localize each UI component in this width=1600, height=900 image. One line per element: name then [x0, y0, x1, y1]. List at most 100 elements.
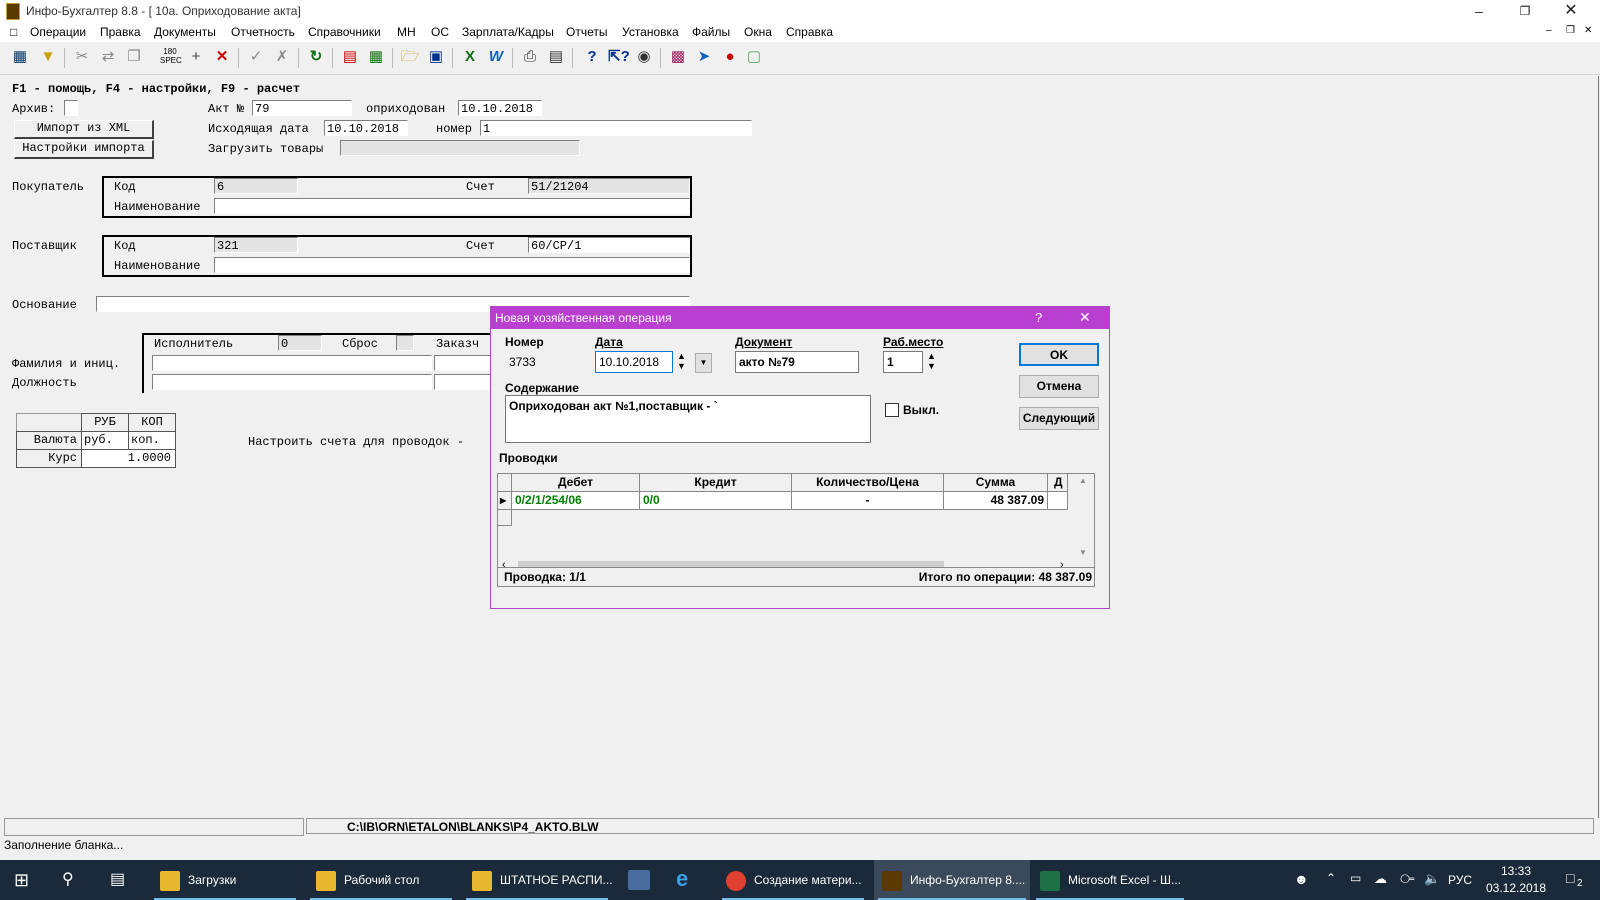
compass-icon[interactable]: ◉ [634, 47, 654, 67]
menu-edit[interactable]: Правка [100, 25, 141, 39]
network-app-icon[interactable] [628, 870, 650, 890]
col-sum[interactable]: Сумма [944, 474, 1048, 492]
scroll-down-icon[interactable]: ▼ [1079, 548, 1087, 557]
note-icon[interactable]: ▢ [744, 47, 764, 67]
dialog-close-icon[interactable]: ✕ [1079, 309, 1091, 326]
document-field[interactable]: акто №79 [735, 351, 859, 373]
col-debit[interactable]: Дебет [512, 474, 640, 492]
accounts-setup-label[interactable]: Настроить счета для проводок - [248, 435, 464, 449]
menu-windows[interactable]: Окна [744, 25, 772, 39]
wifi-icon[interactable]: ⧃ [1400, 871, 1415, 887]
task-view-icon[interactable]: ▤ [110, 870, 125, 890]
surname-field[interactable] [152, 355, 432, 371]
battery-icon[interactable]: ▭ [1350, 871, 1361, 885]
merge-icon[interactable]: ⇄ [98, 47, 118, 67]
col-credit[interactable]: Кредит [640, 474, 792, 492]
posted-date-field[interactable]: 10.10.2018 [458, 100, 542, 116]
date-spin-icon[interactable]: ▲ ▼ [677, 351, 686, 371]
taskbar-excel[interactable]: Microsoft Excel - Ш... [1032, 860, 1188, 900]
search-icon[interactable]: ⚲ [62, 870, 74, 890]
menu-reporting[interactable]: Отчетность [231, 25, 295, 39]
rate-field[interactable]: 1.0000 [81, 449, 176, 468]
taskbar-downloads[interactable]: Загрузки [150, 860, 300, 900]
language-indicator[interactable]: РУС [1448, 873, 1472, 887]
help-icon[interactable]: ? [582, 47, 602, 67]
notification-icon[interactable]: □ [1566, 870, 1574, 886]
filter-icon[interactable]: ▼ [38, 47, 58, 67]
menu-os[interactable]: ОС [431, 25, 449, 39]
form-icon[interactable]: ▦ [10, 47, 30, 67]
save-icon[interactable]: ▣ [426, 47, 446, 67]
mdi-minimize-icon[interactable]: – [1546, 25, 1552, 36]
customer-position-field[interactable] [434, 374, 494, 390]
taskbar-chrome[interactable]: Создание матери... [718, 860, 868, 900]
people-icon[interactable]: ☻ [1294, 871, 1309, 887]
taskbar-staff-schedule[interactable]: ШТАТНОЕ РАСПИ... [462, 860, 613, 900]
delete-icon[interactable]: ✕ [212, 47, 232, 67]
workplace-spin-icon[interactable]: ▲ ▼ [927, 351, 936, 371]
mdi-close-icon[interactable]: ✕ [1584, 25, 1592, 36]
calculator-icon[interactable]: ▦ [366, 47, 386, 67]
executor-code-field[interactable]: 0 [278, 335, 322, 351]
mdi-restore-icon[interactable]: ❐ [1566, 25, 1575, 36]
system-menu-icon[interactable]: □ [10, 25, 17, 39]
restore-button[interactable]: ❐ [1502, 0, 1548, 22]
menu-setup[interactable]: Установка [622, 25, 679, 39]
act-number-field[interactable]: 79 [252, 100, 352, 116]
outgoing-date-field[interactable]: 10.10.2018 [324, 120, 408, 136]
buyer-account-field[interactable]: 51/21204 [528, 178, 690, 194]
buyer-name-field[interactable] [214, 198, 690, 214]
unmark-icon[interactable]: ✗ [272, 47, 292, 67]
import-settings-button[interactable]: Настройки импорта [14, 140, 154, 159]
archive-checkbox[interactable] [64, 100, 78, 116]
menu-documents[interactable]: Документы [154, 25, 216, 39]
import-xml-button[interactable]: Импорт из XML [14, 120, 154, 139]
context-help-icon[interactable]: ⇱? [608, 47, 630, 67]
open-folder-icon[interactable]: 🗁 [400, 47, 420, 67]
taskbar-info-buh[interactable]: Инфо-Бухгалтер 8.... [874, 860, 1030, 900]
cell-debit[interactable]: 0/2/1/254/06 [512, 492, 640, 510]
dialog-help-icon[interactable]: ? [1035, 310, 1042, 325]
workplace-field[interactable]: 1 [883, 351, 923, 373]
cancel-button[interactable]: Отмена [1019, 375, 1099, 398]
mark-icon[interactable]: ✓ [246, 47, 266, 67]
preview-icon[interactable]: ▤ [546, 47, 566, 67]
position-field[interactable] [152, 374, 432, 390]
volume-icon[interactable]: 🔈 [1424, 871, 1440, 887]
add-icon[interactable]: + [186, 47, 206, 67]
col-qty-price[interactable]: Количество/Цена [792, 474, 944, 492]
date-field[interactable]: 10.10.2018 [595, 351, 673, 373]
taskbar-desktop[interactable]: Рабочий стол [306, 860, 456, 900]
rotate-180-icon[interactable]: 180 SPEC [160, 47, 182, 67]
telegram-icon[interactable]: ➤ [694, 47, 714, 67]
copy-icon[interactable]: ❐ [124, 47, 144, 67]
supplier-name-field[interactable] [214, 257, 690, 273]
number-field[interactable]: 1 [480, 120, 752, 136]
excel-icon[interactable]: X [460, 47, 480, 67]
chart-icon[interactable]: ▩ [668, 47, 688, 67]
cell-sum[interactable]: 48 387.09 [944, 492, 1048, 510]
currency-kop-field[interactable]: коп. [128, 431, 176, 450]
content-field[interactable]: Оприходован акт №1,поставщик - ` [505, 395, 871, 443]
supplier-code-field[interactable]: 321 [214, 237, 298, 253]
cell-credit[interactable]: 0/0 [640, 492, 792, 510]
windows-start-icon[interactable]: ⊞ [14, 870, 29, 890]
customer-surname-field[interactable] [434, 355, 494, 371]
reset-checkbox[interactable] [396, 335, 414, 351]
tray-chevron-icon[interactable]: ⌃ [1326, 871, 1336, 885]
ie-icon[interactable]: e [676, 866, 688, 892]
pdf-icon[interactable]: ▤ [340, 47, 360, 67]
next-button[interactable]: Следующий [1019, 407, 1099, 430]
clock-time[interactable]: 13:33 [1484, 864, 1548, 878]
date-dropdown-icon[interactable]: ▼ [695, 353, 712, 373]
menu-help[interactable]: Справка [786, 25, 833, 39]
buyer-code-field[interactable]: 6 [214, 178, 298, 194]
word-icon[interactable]: W [486, 47, 506, 67]
close-button[interactable]: ✕ [1548, 0, 1594, 22]
scroll-up-icon[interactable]: ▲ [1079, 476, 1087, 485]
cut-icon[interactable]: ✂ [72, 47, 92, 67]
col-d[interactable]: Д [1048, 474, 1068, 492]
minimize-button[interactable]: – [1456, 0, 1502, 22]
refresh-icon[interactable]: ↻ [306, 47, 326, 67]
onedrive-icon[interactable]: ☁ [1374, 871, 1387, 887]
